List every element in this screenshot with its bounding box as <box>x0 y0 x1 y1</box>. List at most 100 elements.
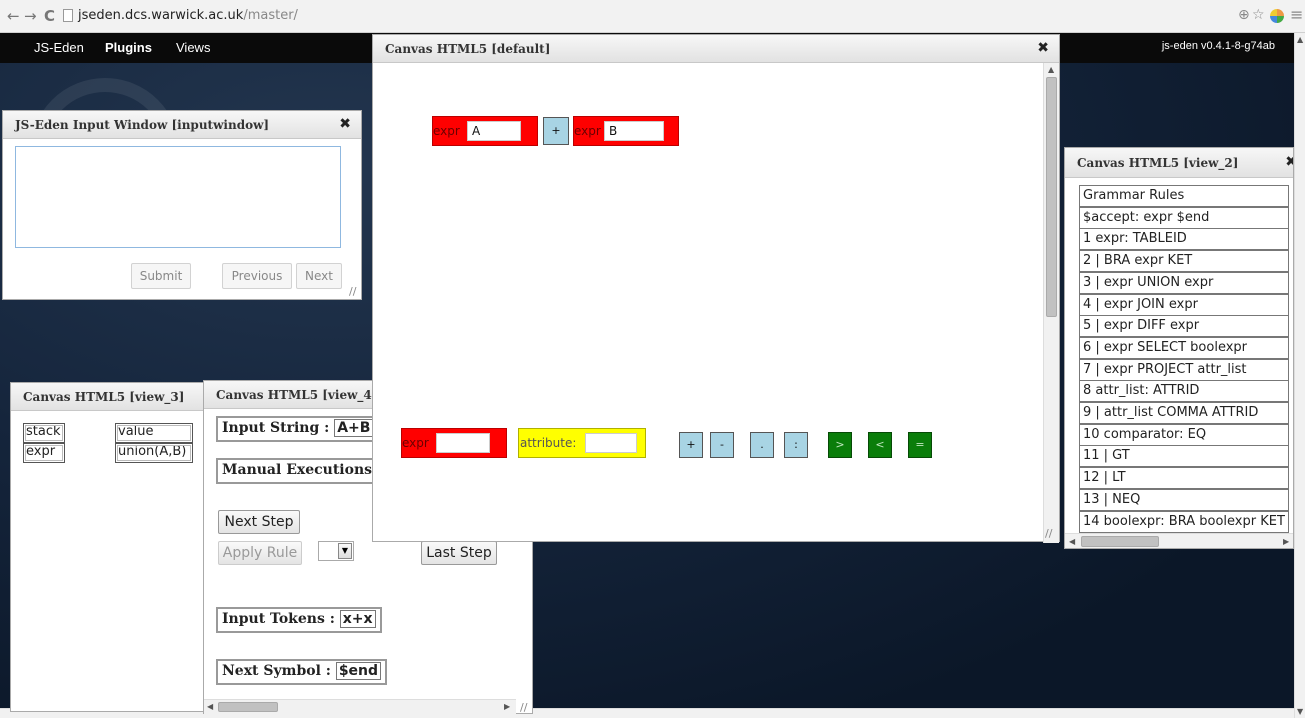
dropdown-arrow-icon: ▼ <box>338 543 352 559</box>
url-path: /master/ <box>243 8 298 23</box>
back-icon[interactable]: ← <box>7 8 20 24</box>
view2-window: Canvas HTML5 [view_2] ✖ Grammar Rules$ac… <box>1064 147 1294 549</box>
expr-b-input[interactable]: B <box>604 121 664 141</box>
scroll-thumb[interactable] <box>218 702 278 712</box>
new-expr-input[interactable] <box>436 433 490 453</box>
grammar-rule-item: 3 | expr UNION expr <box>1079 271 1289 294</box>
new-expr-block[interactable]: expr <box>401 428 507 458</box>
grammar-rule-item: 2 | BRA expr KET <box>1079 250 1289 273</box>
grammar-rule-item: 1 expr: TABLEID <box>1079 228 1289 251</box>
default-canvas-window: Canvas HTML5 [default] ✖ ▲ // expr A + e… <box>372 34 1060 543</box>
input-string-label: Input String : A+B <box>216 416 380 442</box>
resize-grip-icon[interactable]: // <box>1045 527 1052 540</box>
input-string-caption: Input String : <box>222 420 330 436</box>
rule-select[interactable]: ▼ <box>318 541 354 561</box>
view2-hscrollbar[interactable]: ◀ ▶ <box>1065 533 1293 548</box>
version-label: js-eden v0.4.1-8-g74ab <box>1161 40 1275 52</box>
table-cell-stack: expr <box>23 443 65 463</box>
input-tokens-value: x+x <box>339 610 376 628</box>
input-window-title: JS-Eden Input Window [inputwindow] <box>15 118 270 132</box>
op-dot-button[interactable]: . <box>750 432 774 458</box>
table-header-stack: stack <box>23 423 65 443</box>
input-string-value: A+B <box>334 419 374 437</box>
grammar-rule-item: 13 | NEQ <box>1079 488 1289 511</box>
forward-icon[interactable]: → <box>24 8 37 24</box>
cmp-lt-button[interactable]: < <box>868 432 892 458</box>
previous-button[interactable]: Previous <box>222 263 292 289</box>
menu-icon[interactable]: ≡ <box>1290 5 1303 24</box>
grammar-rule-item: 10 comparator: EQ <box>1079 423 1289 446</box>
grammar-rules-header: Grammar Rules <box>1079 185 1289 207</box>
expr-b-block[interactable]: expr B <box>573 116 679 146</box>
next-symbol-caption: Next Symbol : <box>222 663 331 679</box>
star-icon[interactable]: ☆ <box>1252 7 1265 23</box>
last-step-button[interactable]: Last Step <box>421 541 497 565</box>
grammar-rule-item: 12 | LT <box>1079 467 1289 490</box>
expr-b-label: expr <box>574 124 601 138</box>
expr-a-block[interactable]: expr A <box>432 116 538 146</box>
zoom-icon[interactable]: ⊕ <box>1238 7 1250 23</box>
scroll-right-icon[interactable]: ▶ <box>1283 537 1289 546</box>
resize-grip-icon[interactable]: // <box>520 701 527 714</box>
scroll-right-icon[interactable]: ▶ <box>504 702 510 711</box>
grammar-rule-item: 9 | attr_list COMMA ATTRID <box>1079 402 1289 424</box>
op-colon-button[interactable]: : <box>784 432 808 458</box>
scroll-up-icon[interactable]: ▲ <box>1297 35 1303 44</box>
apply-rule-button[interactable]: Apply Rule <box>218 541 302 565</box>
scroll-up-icon[interactable]: ▲ <box>1048 65 1054 74</box>
close-icon[interactable]: ✖ <box>339 116 351 132</box>
close-icon[interactable]: ✖ <box>1285 154 1293 170</box>
next-symbol-value: $end <box>335 662 382 680</box>
address-bar[interactable]: jseden.dcs.warwick.ac.uk/master/ <box>78 8 298 23</box>
next-button[interactable]: Next <box>296 263 342 289</box>
next-step-button[interactable]: Next Step <box>218 510 300 534</box>
expr-a-input[interactable]: A <box>467 121 521 141</box>
input-window: JS-Eden Input Window [inputwindow] ✖ Sub… <box>2 110 362 300</box>
input-tokens-caption: Input Tokens : <box>222 611 335 627</box>
close-icon[interactable]: ✖ <box>1037 40 1049 56</box>
input-tokens-label: Input Tokens : x+x <box>216 607 382 633</box>
submit-button[interactable]: Submit <box>131 263 191 289</box>
attribute-label: attribute: <box>520 436 577 450</box>
grammar-rule-item: 7 | expr PROJECT attr_list <box>1079 358 1289 381</box>
op-plus-button[interactable]: + <box>679 432 703 458</box>
grammar-rule-item: 5 | expr DIFF expr <box>1079 315 1289 338</box>
grammar-rule-item: 8 attr_list: ATTRID <box>1079 380 1289 403</box>
view4-hscrollbar[interactable]: ◀ ▶ <box>204 699 516 714</box>
manual-executions-label: Manual Executions : <box>216 458 376 484</box>
resize-grip-icon[interactable]: // <box>349 285 356 298</box>
scroll-left-icon[interactable]: ◀ <box>207 702 213 711</box>
default-canvas-vscrollbar[interactable]: ▲ <box>1043 63 1059 543</box>
attribute-block[interactable]: attribute: <box>518 428 646 458</box>
scroll-thumb[interactable] <box>1046 77 1057 317</box>
input-window-titlebar[interactable]: JS-Eden Input Window [inputwindow] ✖ <box>3 111 361 139</box>
cmp-eq-button[interactable]: = <box>908 432 932 458</box>
scroll-left-icon[interactable]: ◀ <box>1069 537 1075 546</box>
browser-toolbar: ← → C jseden.dcs.warwick.ac.uk/master/ ⊕… <box>0 0 1305 33</box>
grammar-rule-item: 14 boolexpr: BRA boolexpr KET <box>1079 510 1289 533</box>
grammar-rule-item: $accept: expr $end <box>1079 206 1289 229</box>
next-symbol-label: Next Symbol : $end <box>216 659 388 685</box>
op-minus-button[interactable]: - <box>710 432 734 458</box>
reload-icon[interactable]: C <box>44 8 55 24</box>
extension-icon[interactable] <box>1270 9 1284 23</box>
plus-button[interactable]: + <box>543 117 569 145</box>
page-icon <box>63 9 73 22</box>
view3-titlebar[interactable]: Canvas HTML5 [view_3] <box>11 383 209 411</box>
cmp-gt-button[interactable]: > <box>828 432 852 458</box>
view2-title: Canvas HTML5 [view_2] <box>1077 156 1239 170</box>
default-canvas-title: Canvas HTML5 [default] <box>385 42 551 56</box>
menu-jseden[interactable]: JS-Eden <box>34 40 84 55</box>
page-scrollbar[interactable]: ▲ ▼ <box>1294 33 1305 718</box>
scroll-thumb[interactable] <box>1081 536 1159 547</box>
menu-views[interactable]: Views <box>176 40 210 55</box>
code-input[interactable] <box>15 146 341 248</box>
attribute-input[interactable] <box>585 433 637 453</box>
view2-titlebar[interactable]: Canvas HTML5 [view_2] ✖ <box>1065 148 1293 178</box>
menu-plugins[interactable]: Plugins <box>105 40 152 55</box>
expr-a-label: expr <box>433 124 460 138</box>
grammar-rule-item: 11 | GT <box>1079 445 1289 468</box>
default-canvas-titlebar[interactable]: Canvas HTML5 [default] ✖ <box>373 35 1059 63</box>
scroll-down-icon[interactable]: ▼ <box>1297 707 1303 716</box>
grammar-rule-item: 6 | expr SELECT boolexpr <box>1079 336 1289 359</box>
